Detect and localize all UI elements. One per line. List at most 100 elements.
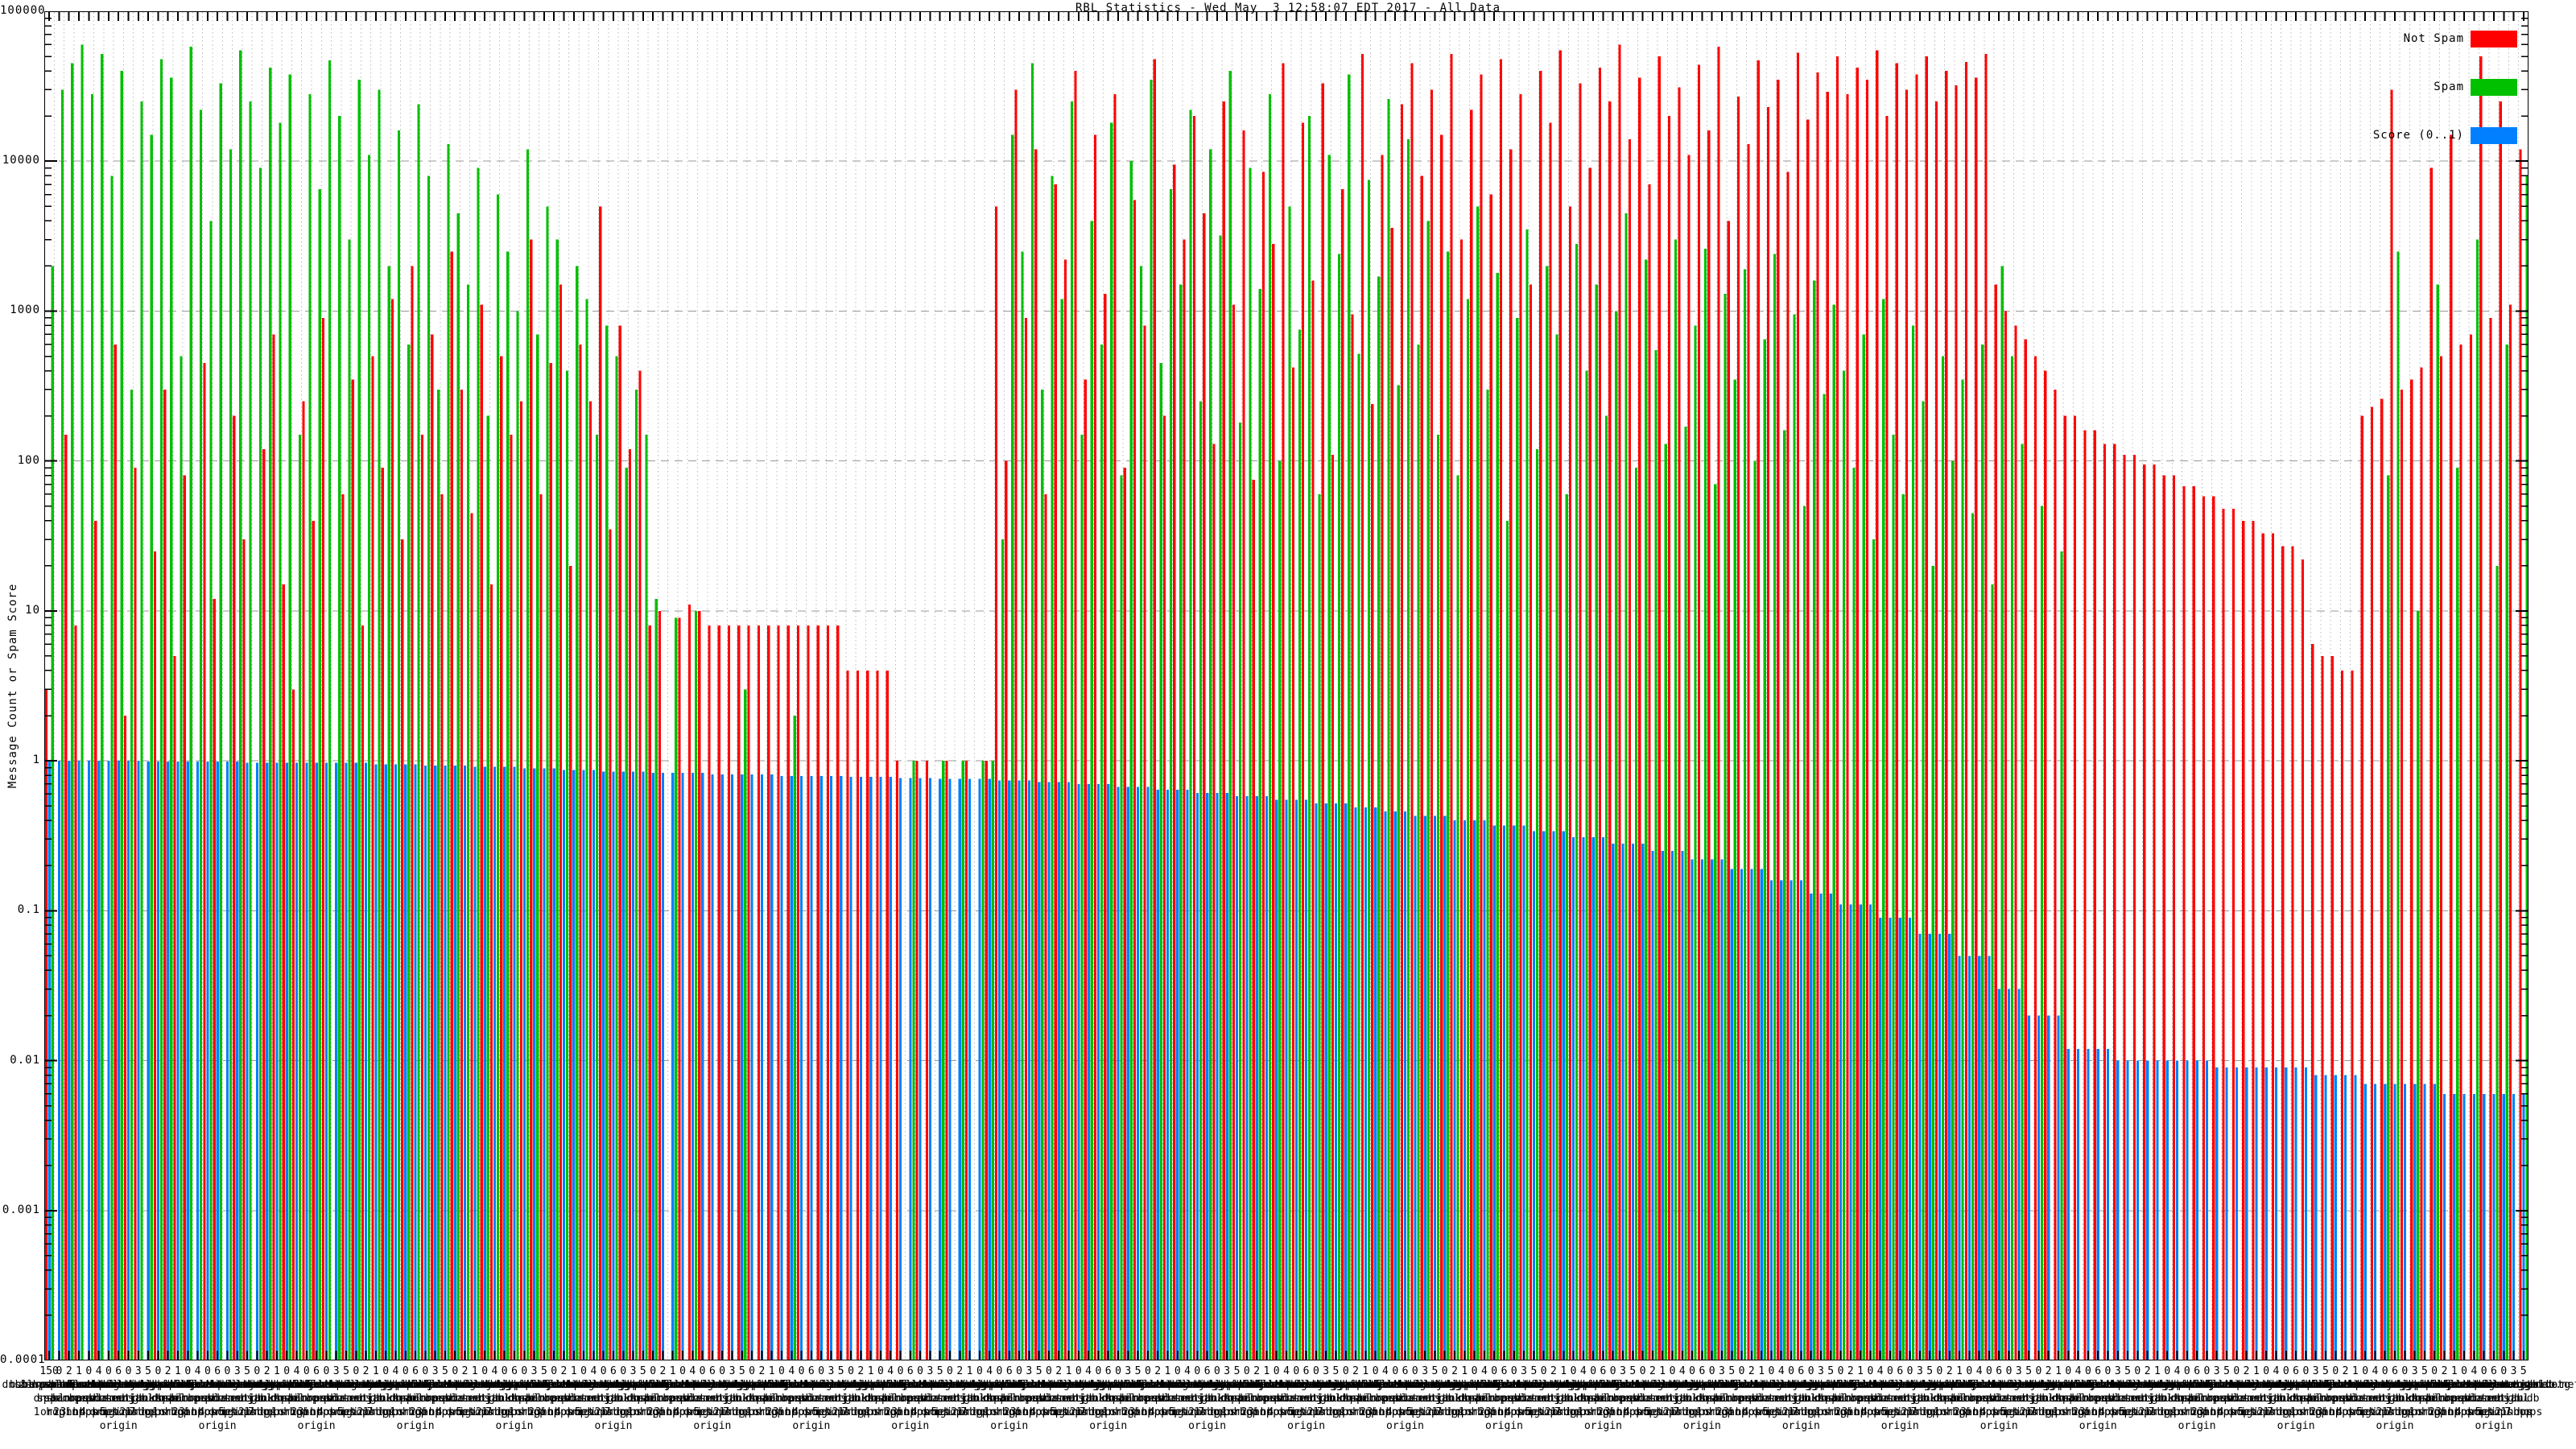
x-tick-rbl-label: 4 hops bbox=[1030, 1406, 1068, 1418]
bar-score bbox=[1235, 796, 1239, 1360]
x-tick-rbl-label: 7 hops bbox=[1198, 1406, 1236, 1418]
x-tick-rbl-label: psbl bbox=[788, 1393, 815, 1405]
bar-score bbox=[1414, 815, 1417, 1360]
x-tick-count-label: 0 bbox=[2480, 1365, 2487, 1377]
bar-not-spam bbox=[2330, 655, 2334, 1360]
bar-spam bbox=[1021, 251, 1024, 1360]
x-tick-rbl-label: dnsbl bbox=[627, 1393, 659, 1405]
bar-score bbox=[602, 771, 605, 1360]
bar-spam bbox=[1595, 284, 1598, 1360]
x-tick-count-label: 0 bbox=[2005, 1365, 2013, 1377]
x-tick-count-label: 6 bbox=[214, 1365, 221, 1377]
bar-spam bbox=[120, 71, 123, 1360]
bar-not-spam bbox=[114, 344, 117, 1360]
x-tick-rbl-label: 2 hop bbox=[1241, 1406, 1273, 1418]
x-tick-rbl-label: 3 hops bbox=[1604, 1406, 1642, 1418]
x-tick-count-label: 0 bbox=[2461, 1365, 2467, 1377]
bar-spam bbox=[2436, 284, 2439, 1360]
bar-spam bbox=[1703, 249, 1707, 1360]
bar-not-spam bbox=[1074, 71, 1077, 1360]
x-tick-count-label: 1 bbox=[2055, 1365, 2062, 1377]
x-tick-count-label: 0 bbox=[1936, 1365, 1943, 1377]
x-tick-rbl-label: net 1 hop bbox=[2000, 1406, 2058, 1418]
x-tick-count-label: 0 bbox=[917, 1365, 923, 1377]
bar-not-spam bbox=[866, 670, 869, 1360]
bar-not-spam bbox=[2063, 415, 2066, 1360]
bar-spam bbox=[1080, 434, 1084, 1360]
bar-not-spam bbox=[2360, 415, 2363, 1360]
bar-score bbox=[77, 761, 80, 1360]
bar-score bbox=[156, 761, 160, 1360]
x-tick-rbl-label: net 1 hop bbox=[1169, 1406, 1226, 1418]
bar-spam bbox=[2475, 239, 2479, 1360]
x-tick-count-label: 1 bbox=[372, 1365, 379, 1377]
x-tick-rbl-label: barracuda bbox=[1119, 1393, 1177, 1405]
bar-not-spam bbox=[1717, 47, 1720, 1360]
x-tick-rbl-label: dnsbl-1.uceprotect.net bbox=[1454, 1379, 1594, 1391]
x-tick-rbl-label: zen.spamhaus.org bbox=[2037, 1379, 2139, 1391]
x-tick-rbl-label: 2 hop bbox=[646, 1406, 679, 1418]
x-tick-rbl-label: gbudb bbox=[726, 1393, 758, 1405]
x-tick-rbl-label: ix.dnsbl.manitu.net bbox=[1731, 1379, 1852, 1391]
x-tick-rbl-label: b.barracudacentral.org bbox=[1672, 1379, 1811, 1391]
x-tick-count-label: 0 bbox=[749, 1365, 755, 1377]
bar-spam bbox=[1041, 389, 1044, 1360]
bar-score bbox=[1879, 917, 1882, 1360]
bar-not-spam bbox=[1569, 206, 1572, 1360]
x-tick-count-label: 0 bbox=[1273, 1365, 1280, 1377]
x-tick-rbl-label: cbl.abuseat.org bbox=[1605, 1379, 1700, 1391]
x-tick-rbl-label: psbl.surriel.com bbox=[394, 1379, 496, 1391]
x-tick-rbl-label: dnsbl.sorbs.net bbox=[952, 1379, 1047, 1391]
bar-score bbox=[829, 776, 833, 1360]
bar-score bbox=[315, 762, 318, 1360]
x-tick-rbl-label: barracuda bbox=[525, 1393, 583, 1405]
x-tick-rbl-label: sorbs bbox=[696, 1393, 729, 1405]
x-tick-rbl-label: spamcop bbox=[630, 1393, 675, 1405]
x-tick-rbl-label: bl.spamcop.net bbox=[1915, 1379, 2004, 1391]
x-tick-rbl-label: bl.spamcop.net bbox=[489, 1379, 579, 1391]
x-tick-rbl-label: psbl bbox=[1976, 1393, 2002, 1405]
x-tick-rbl-label: bl.spamcop.net bbox=[1796, 1379, 1885, 1391]
bar-spam bbox=[1219, 235, 1222, 1360]
x-tick-rbl-label: psbl bbox=[670, 1393, 696, 1405]
x-tick-rbl-label: 4 hops bbox=[1148, 1406, 1187, 1418]
x-tick-count-label: 5 bbox=[1035, 1365, 1042, 1377]
x-tick-count-label: 0 bbox=[125, 1365, 132, 1377]
bar-score bbox=[968, 778, 972, 1360]
bar-score bbox=[107, 761, 110, 1360]
bar-score bbox=[1176, 790, 1179, 1360]
bar-score bbox=[898, 778, 902, 1360]
bar-score bbox=[275, 762, 279, 1360]
bar-score bbox=[117, 761, 120, 1360]
x-tick-rbl-label: truncate.gbudb.net bbox=[2110, 1379, 2224, 1391]
x-tick-count-label: 2 bbox=[857, 1365, 865, 1377]
x-tick-rbl-label: spamcop bbox=[2412, 1393, 2457, 1405]
bar-score bbox=[1107, 783, 1110, 1360]
bar-spam bbox=[239, 50, 242, 1360]
x-tick-rbl-label: 7 hops bbox=[1316, 1406, 1355, 1418]
x-tick-rbl-label: 5 hops bbox=[1168, 1406, 1207, 1418]
x-tick-count-label: 3 bbox=[134, 1365, 142, 1377]
x-tick-count-label: 2 bbox=[1946, 1365, 1953, 1377]
x-tick-count-label: 4 bbox=[293, 1365, 300, 1377]
x-tick-rbl-label: cbl.abuseat.org bbox=[774, 1379, 869, 1391]
x-tick-rbl-label: spamhaus bbox=[1587, 1393, 1639, 1405]
x-tick-rbl-label: dnsbl bbox=[865, 1393, 897, 1405]
x-tick-rbl-label: ix.dnsbl.manitu.net bbox=[1375, 1379, 1495, 1391]
x-tick-rbl-label: origin bbox=[2465, 1406, 2504, 1418]
x-tick-rbl-label: origin bbox=[990, 1406, 1029, 1418]
bar-score bbox=[1483, 820, 1486, 1360]
x-tick-rbl-label: hostkarma.junkemailfilter.com bbox=[898, 1379, 1081, 1391]
x-tick-rbl-label: abuseat bbox=[1630, 1393, 1675, 1405]
bar-not-spam bbox=[1153, 59, 1156, 1360]
x-tick-rbl-label: spamcop bbox=[1343, 1393, 1388, 1405]
bar-score bbox=[2423, 1084, 2426, 1360]
x-tick-rbl-label: dnsbl.sorbs.net bbox=[358, 1379, 453, 1391]
bar-not-spam bbox=[2261, 533, 2264, 1360]
bar-not-spam bbox=[708, 625, 711, 1360]
x-tick-count-label: 1 bbox=[1362, 1365, 1369, 1377]
bar-spam bbox=[1318, 493, 1321, 1360]
bar-spam bbox=[60, 89, 64, 1360]
bar-score bbox=[295, 762, 299, 1360]
x-tick-rbl-label: sorbs bbox=[1171, 1393, 1203, 1405]
